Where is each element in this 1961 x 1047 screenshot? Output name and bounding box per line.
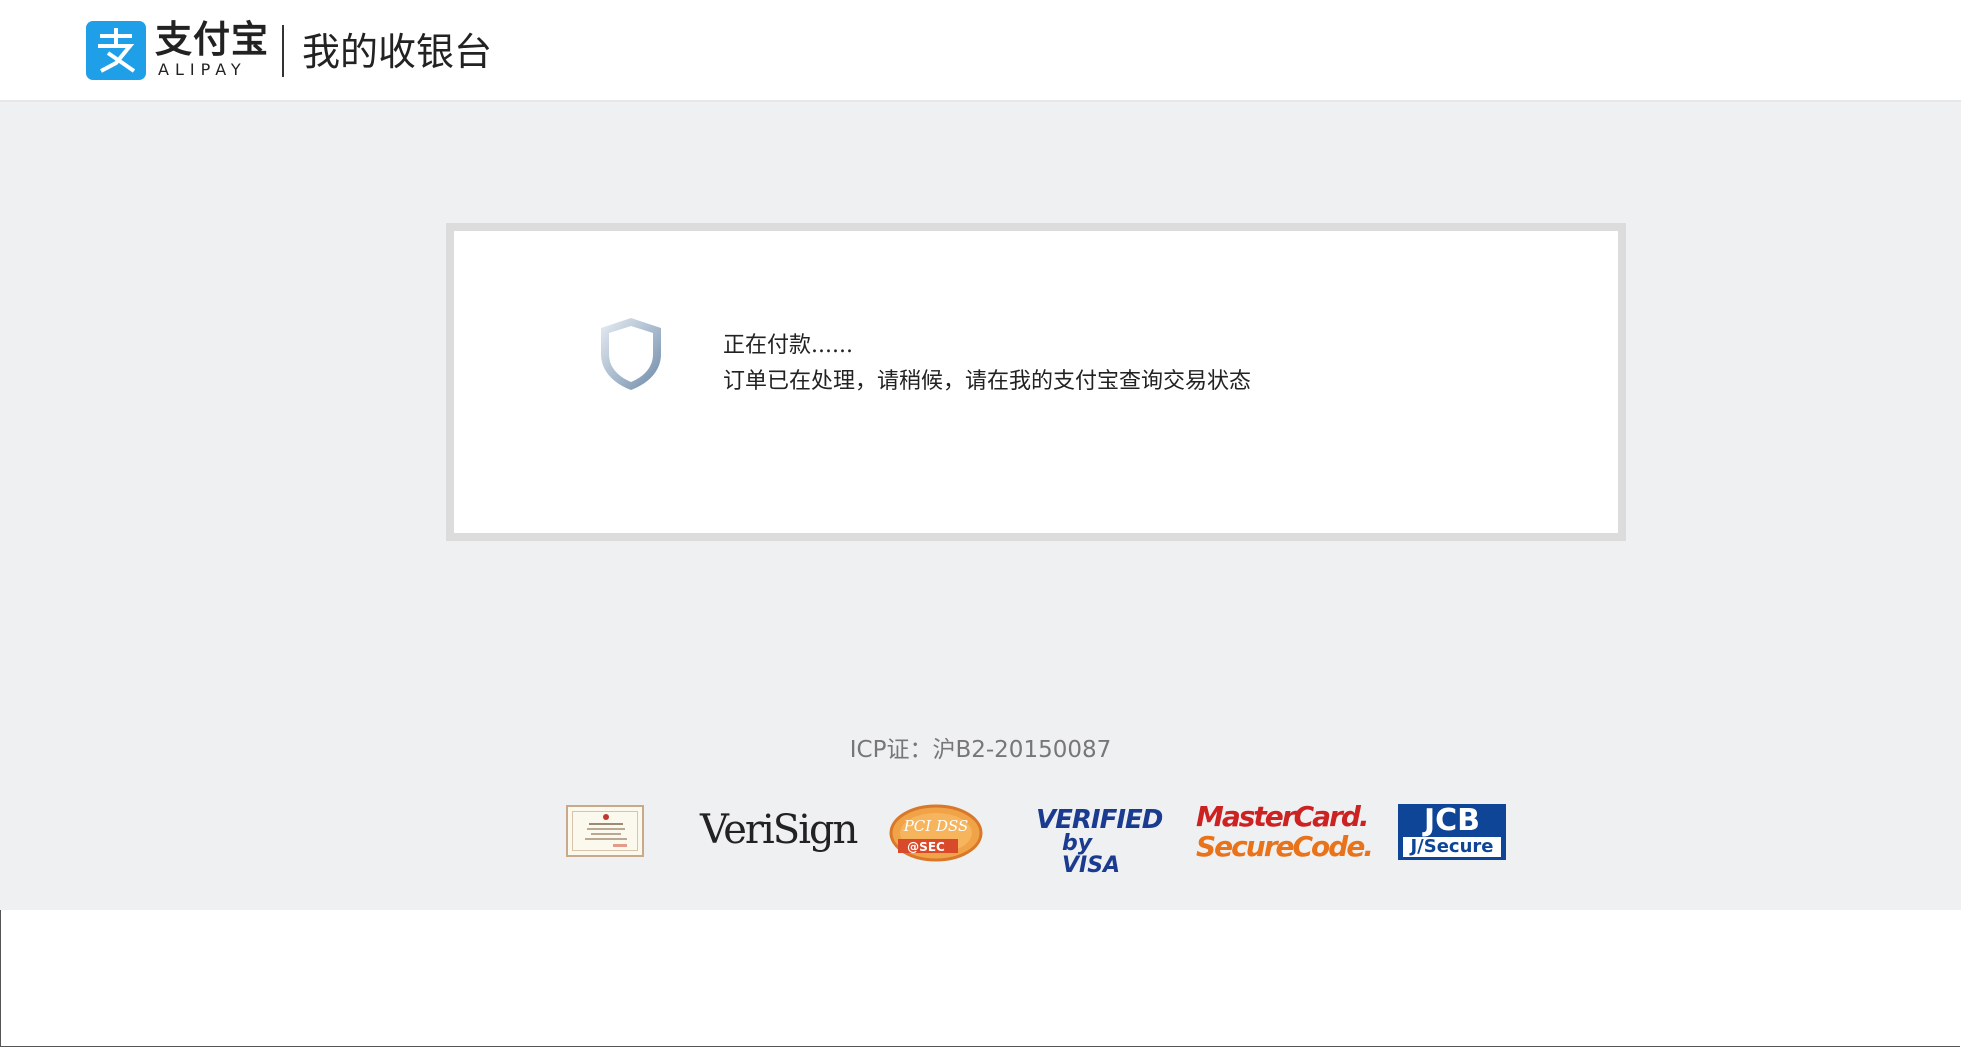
mc-line1: MasterCard. bbox=[1196, 800, 1370, 833]
certificate-badge-frame bbox=[572, 811, 638, 851]
mastercard-securecode-logo[interactable]: MasterCard. SecureCode. bbox=[1196, 800, 1374, 863]
vbv-line2: by VISA bbox=[1062, 831, 1121, 878]
mc-line2: SecureCode. bbox=[1196, 830, 1374, 863]
brand-name: 支付宝 bbox=[155, 18, 269, 61]
header-divider bbox=[282, 25, 284, 77]
jcb-line1: JCB bbox=[1423, 803, 1481, 838]
header: 支付宝 ALIPAY 我的收银台 bbox=[0, 0, 1961, 102]
certificate-badge[interactable] bbox=[566, 805, 644, 857]
verisign-logo[interactable]: VeriSign bbox=[700, 805, 858, 855]
pci-sec-text: @SEC bbox=[907, 840, 945, 854]
jcb-line2: J/Secure bbox=[1403, 837, 1501, 857]
icp-license[interactable]: ICP证：沪B2-20150087 bbox=[0, 732, 1961, 768]
page-title: 我的收银台 bbox=[302, 30, 493, 74]
verified-by-visa-logo[interactable]: VERIFIED by VISA bbox=[1036, 805, 1163, 878]
shield-icon bbox=[599, 316, 663, 396]
status-title: 正在付款...... bbox=[723, 333, 853, 358]
main-content: 正在付款...... 订单已在处理，请稍候，请在我的支付宝查询交易状态 ICP证… bbox=[0, 102, 1961, 910]
brand-name-en: ALIPAY bbox=[158, 60, 247, 79]
vbv-line1: VERIFIED bbox=[1036, 805, 1163, 835]
jcb-secure-logo[interactable]: JCB J/Secure bbox=[1398, 804, 1506, 860]
payment-status-card: 正在付款...... 订单已在处理，请稍候，请在我的支付宝查询交易状态 bbox=[446, 223, 1626, 541]
alipay-logo-icon[interactable] bbox=[86, 21, 146, 80]
status-detail: 订单已在处理，请稍候，请在我的支付宝查询交易状态 bbox=[723, 369, 1252, 394]
status-message: 正在付款...... 订单已在处理，请稍候，请在我的支付宝查询交易状态 bbox=[723, 328, 1251, 400]
pci-dss-logo[interactable]: PCI DSS @SEC bbox=[888, 803, 984, 867]
pci-dss-text: PCI DSS bbox=[903, 817, 969, 835]
